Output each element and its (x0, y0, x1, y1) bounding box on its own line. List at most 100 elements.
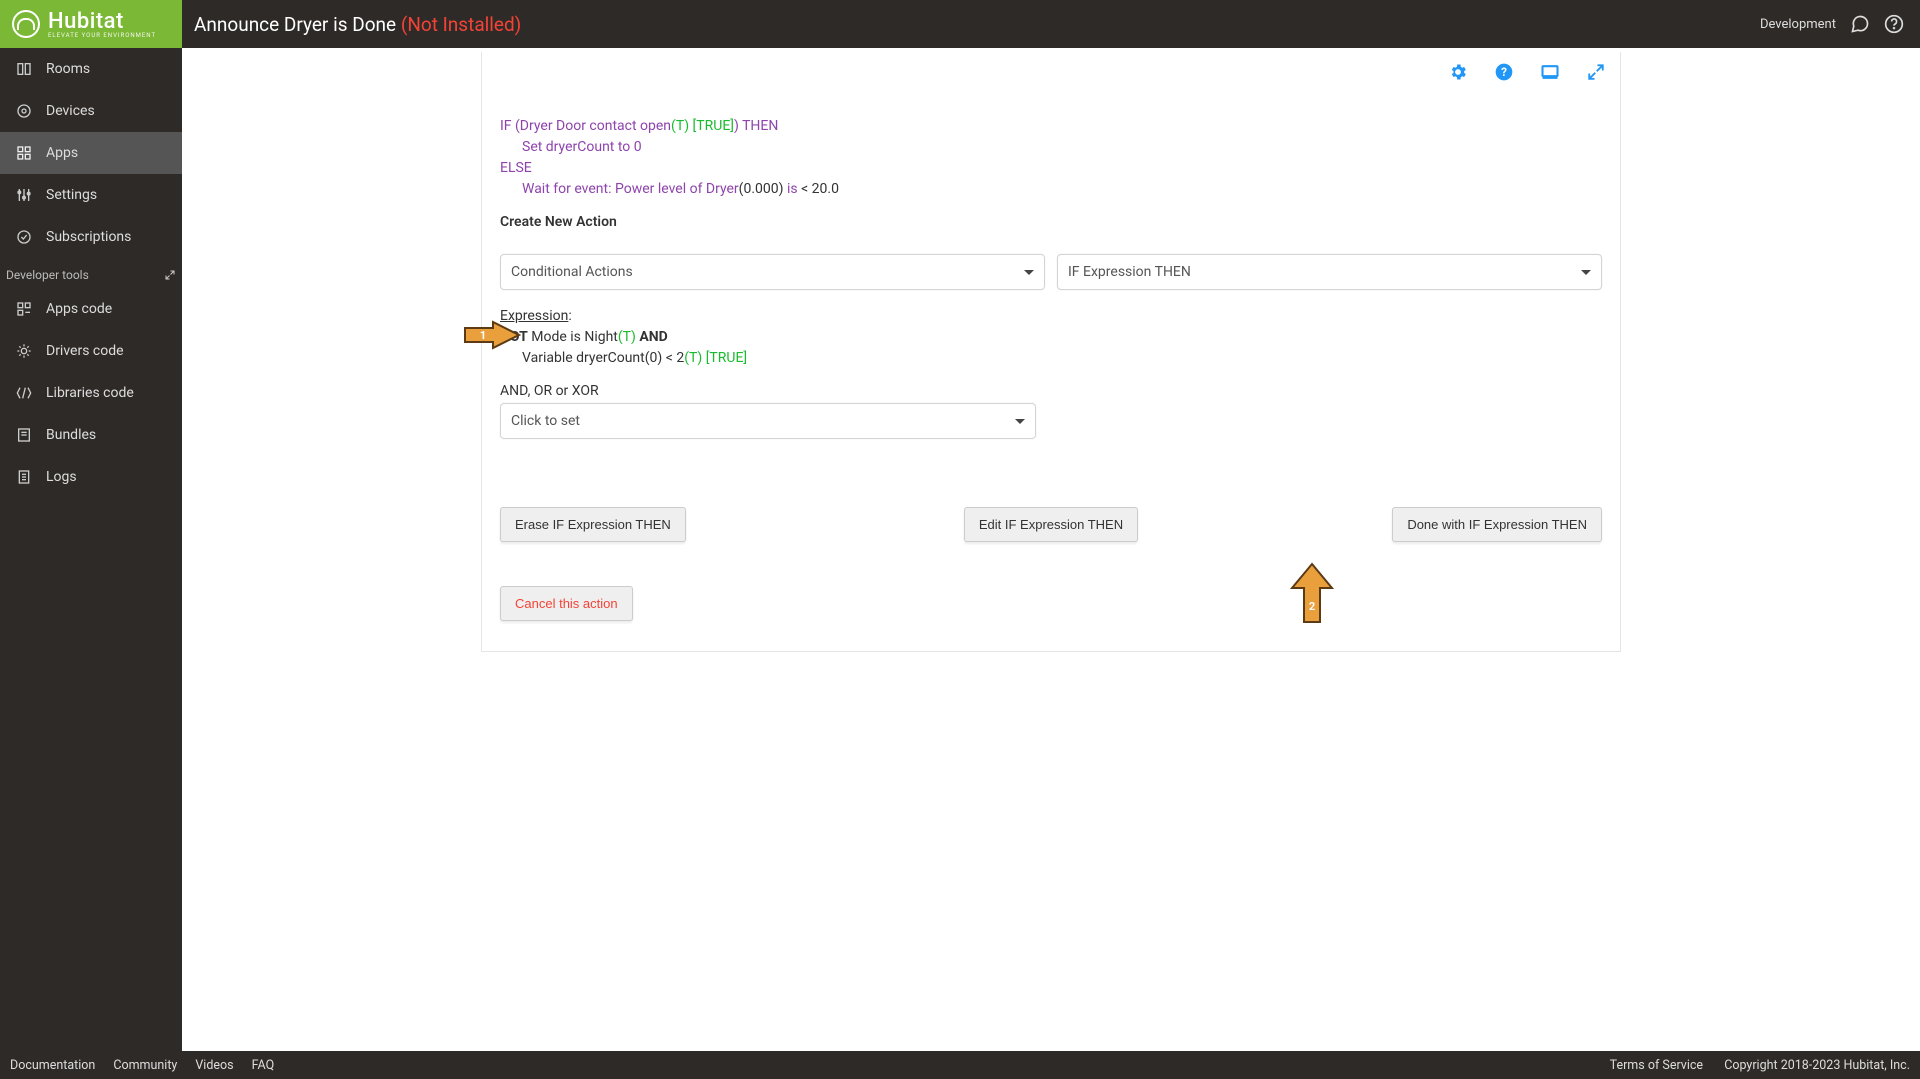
expression-and: AND (636, 329, 668, 345)
chevron-down-icon (1024, 270, 1034, 275)
footer-link-documentation[interactable]: Documentation (10, 1058, 95, 1073)
sidebar-item-label: Rooms (46, 61, 90, 77)
apps-icon (14, 144, 34, 162)
code-text: IF (Dryer Door contact open (500, 118, 671, 134)
sidebar-item-label: Bundles (46, 427, 96, 443)
logs-icon (14, 468, 34, 486)
footer-link-terms[interactable]: Terms of Service (1610, 1058, 1703, 1073)
annotation-arrow-1: 1 (463, 320, 521, 350)
main-content: ? IF (Dryer Door contact open(T) [TRUE])… (182, 48, 1920, 1051)
done-expression-button[interactable]: Done with IF Expression THEN (1392, 507, 1602, 542)
chevron-down-icon (1581, 270, 1591, 275)
sidebar-item-label: Logs (46, 469, 77, 485)
sidebar-section-label: Developer tools (6, 268, 89, 282)
annotation-arrow-2: 2 (1290, 562, 1334, 624)
sidebar-item-settings[interactable]: Settings (0, 174, 182, 216)
select-value: Conditional Actions (511, 264, 633, 280)
code-text: ) THEN (734, 118, 778, 134)
sidebar-item-label: Devices (46, 103, 95, 119)
expression-block: 1 Expression: NOT Mode is Night(T) AND V… (500, 306, 1602, 369)
sidebar-item-logs[interactable]: Logs (0, 456, 182, 498)
sidebar-item-label: Drivers code (46, 343, 124, 359)
page-title-text: Announce Dryer is Done (194, 13, 401, 36)
rule-code-preview: IF (Dryer Door contact open(T) [TRUE]) T… (500, 116, 1602, 200)
chevron-down-icon (1015, 419, 1025, 424)
sidebar-item-label: Apps code (46, 301, 112, 317)
rule-card: ? IF (Dryer Door contact open(T) [TRUE])… (481, 52, 1621, 652)
code-text: is (787, 181, 801, 197)
devices-icon (14, 102, 34, 120)
erase-expression-button[interactable]: Erase IF Expression THEN (500, 507, 686, 542)
sidebar-item-rooms[interactable]: Rooms (0, 48, 182, 90)
expression-eval: (T) (684, 350, 702, 366)
action-selects-row: Conditional Actions IF Expression THEN (500, 254, 1602, 290)
libraries-code-icon (14, 384, 34, 402)
code-line: ELSE (500, 158, 1602, 179)
andor-label: AND, OR or XOR (500, 383, 1602, 399)
sidebar: Rooms Devices Apps Settings Subscription… (0, 48, 182, 1051)
cancel-action-button[interactable]: Cancel this action (500, 586, 633, 621)
header-right: Development (1760, 14, 1920, 34)
logo-icon (12, 10, 40, 38)
edit-expression-button[interactable]: Edit IF Expression THEN (964, 507, 1138, 542)
page-title-status: (Not Installed) (401, 13, 522, 36)
sidebar-item-label: Settings (46, 187, 97, 203)
select-placeholder: Click to set (511, 413, 580, 429)
help-icon[interactable]: ? (1494, 62, 1514, 82)
sidebar-item-drivers-code[interactable]: Drivers code (0, 330, 182, 372)
rooms-icon (14, 60, 34, 78)
footer-link-faq[interactable]: FAQ (252, 1058, 275, 1073)
logo-text: Hubitat (48, 9, 156, 34)
logo-text-wrap: Hubitat ELEVATE YOUR ENVIRONMENT (48, 9, 156, 39)
expression-text: Variable dryerCount(0) < 2 (522, 350, 684, 366)
sidebar-item-label: Apps (46, 145, 78, 161)
sidebar-item-devices[interactable]: Devices (0, 90, 182, 132)
sidebar-item-apps[interactable]: Apps (0, 132, 182, 174)
expression-eval: [TRUE] (702, 350, 747, 366)
collapse-icon[interactable] (164, 269, 176, 281)
svg-text:?: ? (1501, 65, 1507, 79)
code-line: Wait for event: Power level of Dryer(0.0… (500, 179, 1602, 200)
footer-link-videos[interactable]: Videos (195, 1058, 233, 1073)
sidebar-item-bundles[interactable]: Bundles (0, 414, 182, 456)
footer-copyright: Copyright 2018-2023 Hubitat, Inc. (1724, 1058, 1910, 1073)
gear-icon[interactable] (1448, 62, 1468, 82)
sidebar-section-header[interactable]: Developer tools (0, 258, 182, 288)
select-value: IF Expression THEN (1068, 264, 1191, 280)
action-subtype-select[interactable]: IF Expression THEN (1057, 254, 1602, 290)
expand-icon[interactable] (1586, 62, 1606, 82)
code-line: IF (Dryer Door contact open(T) [TRUE]) T… (500, 116, 1602, 137)
settings-icon (14, 186, 34, 204)
logo[interactable]: Hubitat ELEVATE YOUR ENVIRONMENT (0, 0, 182, 48)
help-icon[interactable] (1884, 14, 1904, 34)
footer: Documentation Community Videos FAQ Terms… (0, 1051, 1920, 1079)
expression-line: NOT Mode is Night(T) AND (500, 327, 1602, 348)
code-text: (T) (671, 118, 689, 134)
sidebar-item-label: Libraries code (46, 385, 134, 401)
logo-tagline: ELEVATE YOUR ENVIRONMENT (48, 32, 156, 39)
footer-link-community[interactable]: Community (113, 1058, 177, 1073)
expression-title-row: Expression: (500, 306, 1602, 327)
sidebar-item-apps-code[interactable]: Apps code (0, 288, 182, 330)
apps-code-icon (14, 300, 34, 318)
footer-right: Terms of Service Copyright 2018-2023 Hub… (1592, 1058, 1910, 1073)
screen-icon[interactable] (1540, 62, 1560, 82)
drivers-code-icon (14, 342, 34, 360)
subscriptions-icon (14, 228, 34, 246)
bundles-icon (14, 426, 34, 444)
expression-colon: : (568, 308, 571, 324)
andor-select[interactable]: Click to set (500, 403, 1036, 439)
action-buttons-row: Erase IF Expression THEN Edit IF Express… (500, 507, 1602, 542)
card-toolbar: ? (1448, 62, 1606, 82)
mode-indicator: Development (1760, 17, 1836, 32)
app-header: Hubitat ELEVATE YOUR ENVIRONMENT Announc… (0, 0, 1920, 48)
arrow-number: 1 (480, 329, 486, 342)
code-text: Wait for event: Power level of Dryer (522, 181, 739, 197)
create-action-heading: Create New Action (500, 214, 1602, 230)
sidebar-item-libraries-code[interactable]: Libraries code (0, 372, 182, 414)
code-line: Set dryerCount to 0 (500, 137, 1602, 158)
sidebar-item-subscriptions[interactable]: Subscriptions (0, 216, 182, 258)
comment-icon[interactable] (1850, 14, 1870, 34)
svg-text:2: 2 (1309, 600, 1315, 613)
action-type-select[interactable]: Conditional Actions (500, 254, 1045, 290)
